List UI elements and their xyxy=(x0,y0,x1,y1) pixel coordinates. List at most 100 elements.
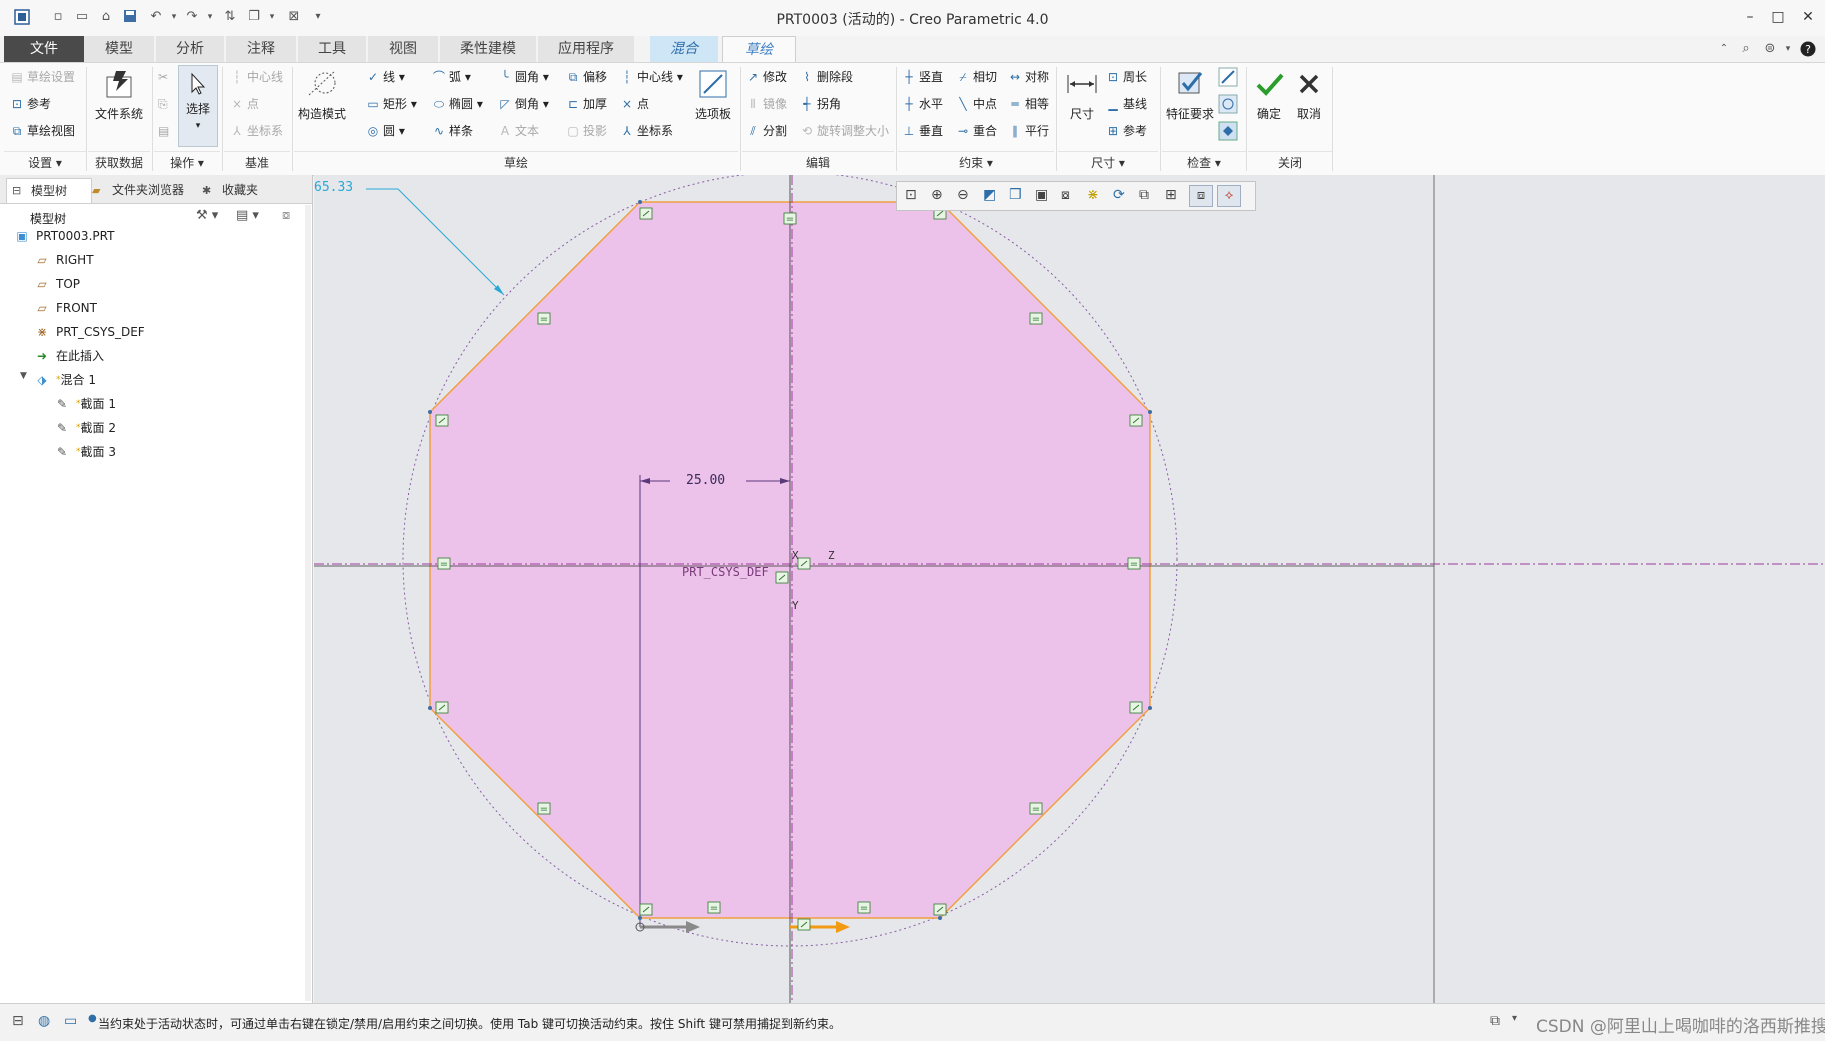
offset-button[interactable]: ⧉ 偏移 xyxy=(566,67,607,87)
datum-centerline-button[interactable]: ┆ 中心线 xyxy=(230,67,283,87)
sketcher-display-filter-icon[interactable]: ⧈ xyxy=(1189,185,1213,207)
construction-mode-button[interactable]: 构造模式 xyxy=(296,67,348,122)
horizontal-dimension-label[interactable]: 25.00 xyxy=(686,473,725,488)
constrain-group-label[interactable]: 约束 ▾ xyxy=(898,151,1054,174)
spline-button[interactable]: ∿ 样条 xyxy=(432,121,473,141)
inspect-group-label[interactable]: 检查 ▾ xyxy=(1162,151,1246,174)
project-button[interactable]: ▢ 投影 xyxy=(566,121,607,141)
tree-item-front[interactable]: ▱ FRONT xyxy=(34,297,97,319)
community-icon[interactable]: ⊜ xyxy=(1762,41,1778,57)
sketch-csys-button[interactable]: ⅄ 坐标系 xyxy=(620,121,673,141)
vertical-constraint-button[interactable]: ┼ 竖直 xyxy=(902,67,943,87)
tab-folder-browser[interactable]: 文件夹浏览器 xyxy=(88,178,212,202)
paste-icon[interactable]: ▤ xyxy=(158,121,169,141)
overlapping-geometry-icon[interactable] xyxy=(1218,94,1238,114)
corner-button[interactable]: ┽ 拐角 xyxy=(800,94,841,114)
sketch-setup-button[interactable]: ▤ 草绘设置 xyxy=(10,67,75,87)
filter-dropdown-icon[interactable]: ▾ xyxy=(1512,1013,1517,1024)
browser-toggle-icon[interactable]: ◍ xyxy=(38,1013,50,1029)
equal-constraint-button[interactable]: ═ 相等 xyxy=(1008,94,1049,114)
maximize-button[interactable]: □ xyxy=(1765,6,1791,28)
tree-filter-icon[interactable]: ⧇ xyxy=(282,208,290,223)
close-button[interactable]: ✕ xyxy=(1795,6,1821,28)
diameter-dimension-label[interactable]: 65.33 xyxy=(314,180,353,195)
spin-center-icon[interactable]: ⟳ xyxy=(1113,187,1125,203)
expand-caret-icon[interactable]: ▼ xyxy=(20,371,27,381)
repaint-icon[interactable]: ◩ xyxy=(983,187,996,203)
zoom-out-icon[interactable]: ⊖ xyxy=(957,187,969,203)
reference-dimension-button[interactable]: ⊞ 参考 xyxy=(1106,121,1147,141)
graphics-canvas[interactable]: = = = = = = = = = 65.33 25.00 PRT_CSYS_D… xyxy=(314,175,1825,1003)
file-system-button[interactable]: 文件系统 xyxy=(90,67,148,122)
tree-item-part[interactable]: ▣ PRT0003.PRT xyxy=(14,225,114,247)
text-button[interactable]: A 文本 xyxy=(498,121,539,141)
tree-item-section-1[interactable]: ✎ *截面 1 xyxy=(54,393,116,415)
fillet-button[interactable]: ╰ 圆角 ▾ xyxy=(498,67,548,87)
horizontal-constraint-button[interactable]: ┼ 水平 xyxy=(902,94,943,114)
perimeter-button[interactable]: ⊡ 周长 xyxy=(1106,67,1147,87)
annotation-display-icon[interactable]: ⧉ xyxy=(1139,187,1149,203)
tree-item-section-3[interactable]: ✎ *截面 3 xyxy=(54,441,116,463)
tree-item-section-2[interactable]: ✎ *截面 2 xyxy=(54,417,116,439)
sketch-view-orient-icon[interactable]: ⊞ xyxy=(1165,187,1177,203)
baseline-button[interactable]: ▁ 基线 xyxy=(1106,94,1147,114)
display-style-icon[interactable]: ❒ xyxy=(1009,187,1022,203)
reference-button[interactable]: ⊡ 参考 xyxy=(10,94,51,114)
smart-filter-icon[interactable]: ⧉ xyxy=(1490,1013,1500,1029)
tab-applications[interactable]: 应用程序 xyxy=(538,36,634,62)
saved-orientations-icon[interactable]: ▣ xyxy=(1035,187,1048,203)
tree-item-csys[interactable]: ⋇ PRT_CSYS_DEF xyxy=(34,321,145,343)
divide-button[interactable]: ⫽ 分割 xyxy=(746,121,787,141)
tree-item-blend[interactable]: ⬗ *混合 1 xyxy=(34,369,96,391)
tab-blend[interactable]: 混合 xyxy=(650,36,718,62)
ellipse-button[interactable]: ⬭ 椭圆 ▾ xyxy=(432,94,483,114)
chamfer-button[interactable]: ◸ 倒角 ▾ xyxy=(498,94,548,114)
parallel-constraint-button[interactable]: ∥ 平行 xyxy=(1008,121,1049,141)
select-dropdown-icon[interactable]: ▾ xyxy=(196,121,201,131)
community-dropdown-icon[interactable]: ▾ xyxy=(1780,41,1796,57)
feature-requirements-button[interactable]: 特征要求 xyxy=(1164,67,1216,122)
refit-icon[interactable]: ⊡ xyxy=(905,187,917,203)
cancel-button[interactable]: 取消 xyxy=(1290,67,1328,122)
tree-item-insert-here[interactable]: ➜ 在此插入 xyxy=(34,345,104,367)
datum-point-button[interactable]: × 点 xyxy=(230,94,259,114)
sketch-centerline-button[interactable]: ┆ 中心线 ▾ xyxy=(620,67,682,87)
constraint-display-icon[interactable]: ⟡ xyxy=(1217,185,1241,207)
tab-favorites[interactable]: 收藏夹 xyxy=(198,178,288,202)
setup-group-label[interactable]: 设置 ▾ xyxy=(4,151,86,174)
copy-icon[interactable]: ⎘ xyxy=(158,94,168,114)
mirror-button[interactable]: ⫴ 镜像 xyxy=(746,94,787,114)
navigator-toggle-icon[interactable]: ⊟ xyxy=(12,1013,24,1029)
tree-settings-icon[interactable]: ⚒ ▾ xyxy=(196,208,218,223)
datum-csys-button[interactable]: ⅄ 坐标系 xyxy=(230,121,283,141)
search-icon[interactable]: ⌕ xyxy=(1738,41,1754,57)
tab-model[interactable]: 模型 xyxy=(84,36,154,62)
symmetric-constraint-button[interactable]: ↔ 对称 xyxy=(1008,67,1049,87)
help-icon[interactable]: ? xyxy=(1800,41,1816,57)
view-manager-icon[interactable]: ⧇ xyxy=(1061,187,1070,203)
sketch-view-button[interactable]: ⧉ 草绘视图 xyxy=(10,121,75,141)
highlight-open-ends-icon[interactable] xyxy=(1218,67,1238,87)
tree-show-icon[interactable]: ▤ ▾ xyxy=(236,208,259,223)
tab-sketch[interactable]: 草绘 xyxy=(722,36,796,63)
tab-annotate[interactable]: 注释 xyxy=(226,36,296,62)
sketch-drawing[interactable]: = = = = = = = = = xyxy=(314,175,1825,1003)
midpoint-constraint-button[interactable]: ╲ 中点 xyxy=(956,94,997,114)
collapse-ribbon-icon[interactable]: ⌃ xyxy=(1716,41,1732,57)
coincident-constraint-button[interactable]: ⊸ 重合 xyxy=(956,121,997,141)
fullscreen-icon[interactable]: ▭ xyxy=(64,1013,77,1029)
tab-flexible-modeling[interactable]: 柔性建模 xyxy=(440,36,536,62)
select-button[interactable]: 选择 ▾ xyxy=(178,65,218,147)
cut-icon[interactable]: ✂ xyxy=(158,67,168,87)
tree-item-top[interactable]: ▱ TOP xyxy=(34,273,80,295)
operations-group-label[interactable]: 操作 ▾ xyxy=(154,151,220,174)
perpendicular-constraint-button[interactable]: ⊥ 垂直 xyxy=(902,121,943,141)
palette-button[interactable]: 选项板 xyxy=(690,67,736,122)
tab-tools[interactable]: 工具 xyxy=(298,36,366,62)
tab-file[interactable]: 文件 xyxy=(4,36,84,62)
line-button[interactable]: ✓ 线 ▾ xyxy=(366,67,405,87)
tree-item-right[interactable]: ▱ RIGHT xyxy=(34,249,93,271)
zoom-in-icon[interactable]: ⊕ xyxy=(931,187,943,203)
left-panel-scrollbar[interactable] xyxy=(305,205,311,1001)
tangent-constraint-button[interactable]: ⌿ 相切 xyxy=(956,67,997,87)
